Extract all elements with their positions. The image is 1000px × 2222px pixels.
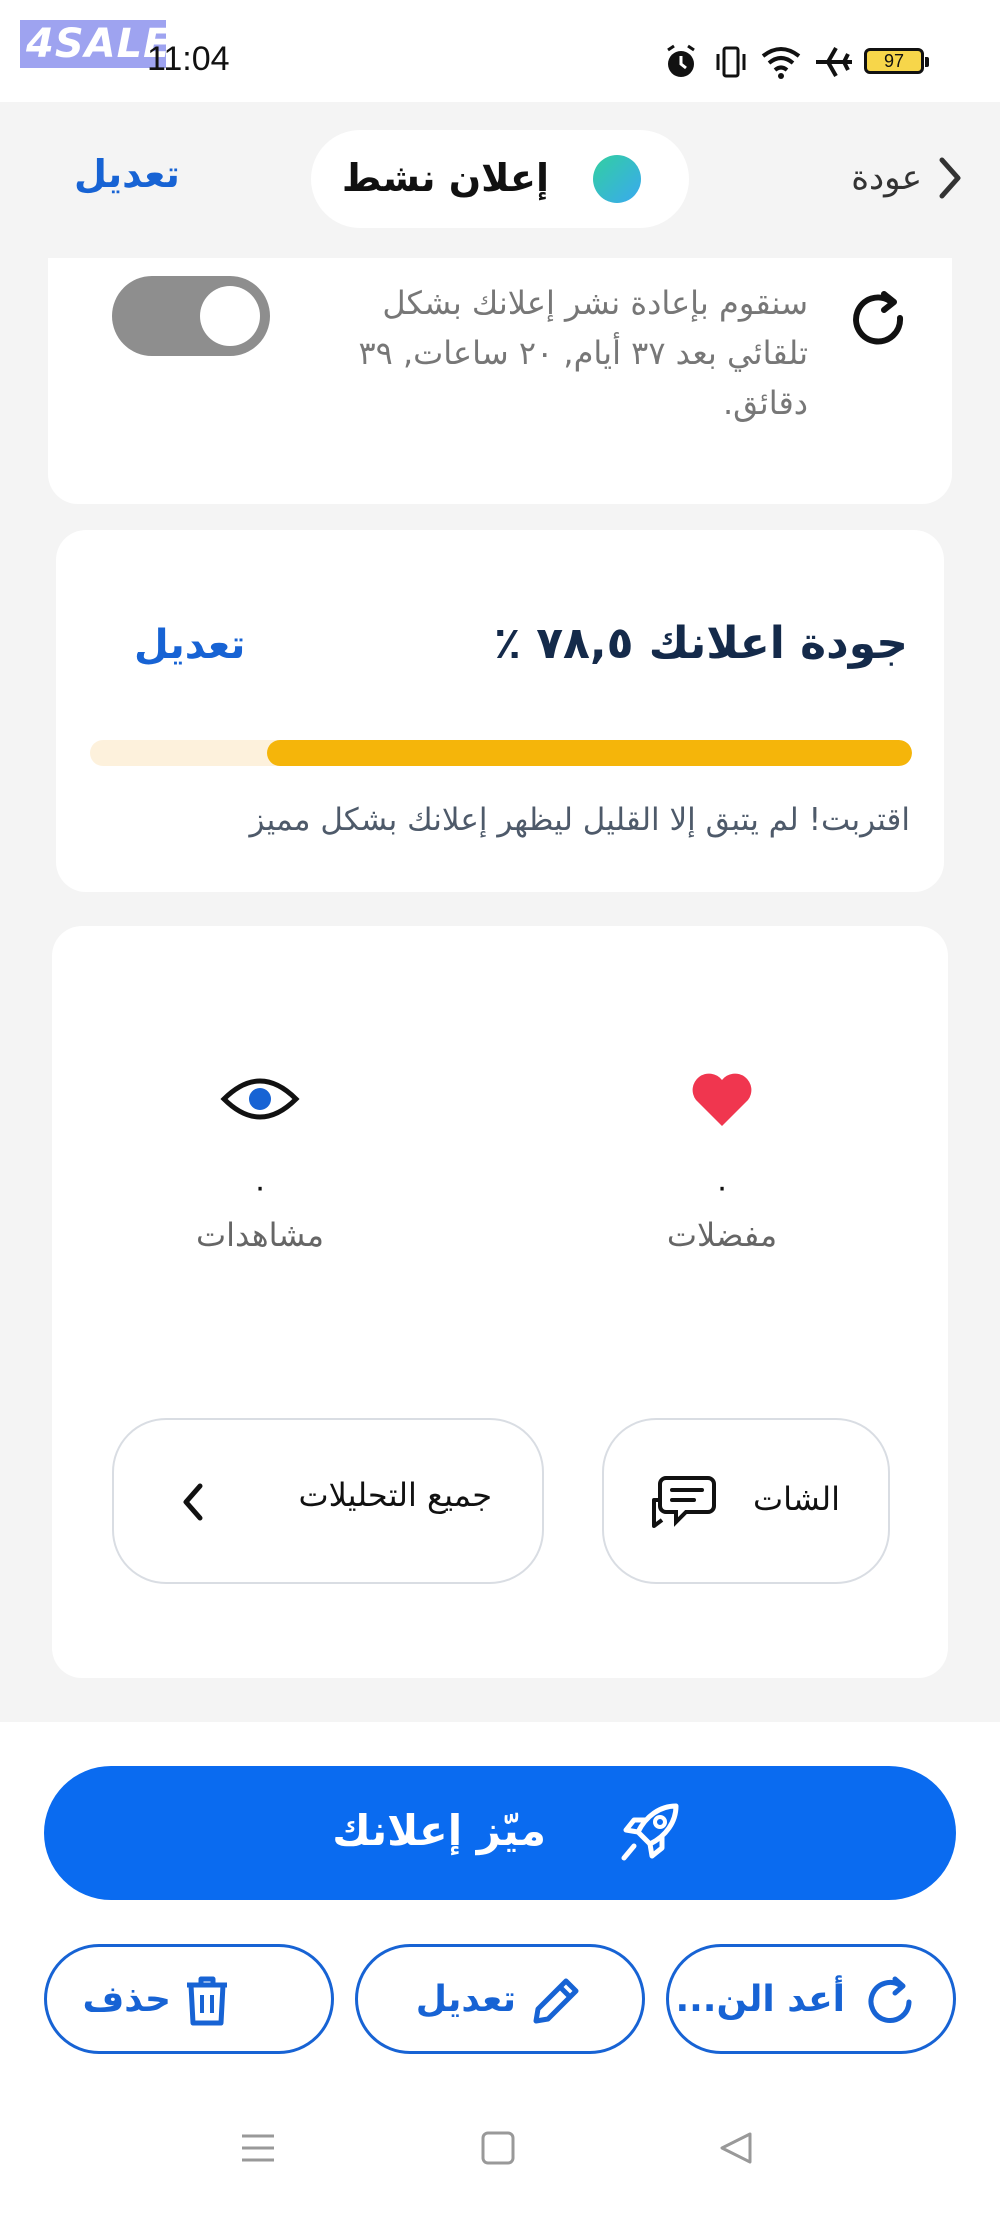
quality-progress-bar [90, 740, 912, 766]
views-label: مشاهدات [195, 1216, 325, 1254]
back-label: عودة [851, 158, 922, 198]
ad-quality-card: جودة اعلانك ٧٨,٥ ٪ تعديل اقتربت! لم يتبق… [56, 530, 944, 892]
quality-edit-button[interactable]: تعديل [134, 622, 245, 668]
edit-ad-label: تعديل [415, 1979, 516, 2020]
auto-republish-toggle[interactable] [112, 276, 270, 356]
status-time: 11:04 [147, 40, 230, 78]
all-analytics-label: جميع التحليلات [298, 1476, 492, 1514]
views-stat: ٠ مشاهدات [160, 1064, 360, 1254]
watermark-logo: 4SALE [20, 20, 170, 68]
promote-ad-button[interactable]: ميّز إعلانك [44, 1766, 956, 1900]
system-navigation-bar [0, 2130, 1000, 2190]
back-triangle-icon[interactable] [718, 2130, 754, 2166]
repost-label: أعد الن... [675, 1979, 845, 2020]
promote-ad-label: ميّز إعلانك [332, 1806, 546, 1855]
favorites-label: مفضلات [666, 1216, 778, 1254]
ad-status-text: إعلان نشط [341, 156, 549, 200]
chat-label: الشات [752, 1480, 840, 1518]
wifi-icon [761, 47, 801, 79]
back-button[interactable]: عودة [794, 148, 964, 208]
menu-icon[interactable] [240, 2130, 276, 2166]
chat-button[interactable]: الشات [602, 1418, 890, 1584]
chevron-left-icon [183, 1483, 203, 1521]
ad-quality-title: جودة اعلانك ٧٨,٥ ٪ [494, 618, 908, 669]
page: 4SALE 11:04 97 عودة إعلان نشط تعديل سنقو… [0, 0, 1000, 2222]
status-dot-icon [593, 155, 641, 203]
refresh-icon [853, 291, 904, 345]
favorites-stat: ٠ مفضلات [622, 1064, 822, 1254]
alarm-icon [667, 44, 695, 77]
status-bar: 4SALE 11:04 97 [0, 0, 1000, 102]
auto-republish-card: سنقوم بإعادة نشر إعلانك بشكل تلقائي بعد … [48, 258, 952, 504]
delete-ad-button[interactable]: حذف [44, 1944, 334, 2054]
rocket-icon [621, 1803, 679, 1861]
eye-icon [220, 1078, 300, 1120]
quality-progress-fill [266, 740, 912, 766]
chat-icon [652, 1476, 716, 1528]
home-icon[interactable] [480, 2130, 516, 2166]
header-edit-button[interactable]: تعديل [74, 152, 180, 196]
status-icons: 97 [664, 44, 929, 84]
auto-republish-text: سنقوم بإعادة نشر إعلانك بشكل تلقائي بعد … [358, 284, 808, 422]
trash-icon [187, 1976, 227, 2026]
favorites-count: ٠ [713, 1170, 731, 1205]
edit-ad-button[interactable]: تعديل [355, 1944, 645, 2054]
refresh-icon [868, 1976, 912, 2023]
repost-button[interactable]: أعد الن... [666, 1944, 956, 2054]
battery-icon: 97 [864, 48, 929, 74]
views-count: ٠ [251, 1170, 269, 1205]
pencil-icon [533, 1978, 579, 2024]
airplane-icon [816, 47, 852, 77]
all-analytics-button[interactable]: جميع التحليلات [112, 1418, 544, 1584]
vibrate-icon [716, 46, 746, 78]
chevron-right-icon [939, 157, 961, 199]
toggle-knob [200, 286, 260, 346]
ad-status-pill: إعلان نشط [311, 130, 689, 228]
heart-icon [692, 1073, 752, 1126]
stats-card: ٠ مفضلات ٠ مشاهدات الشات جميع التحليلات [52, 926, 948, 1678]
delete-ad-label: حذف [82, 1979, 171, 2020]
quality-hint: اقتربت! لم يتبق إلا القليل ليظهر إعلانك … [249, 802, 910, 838]
